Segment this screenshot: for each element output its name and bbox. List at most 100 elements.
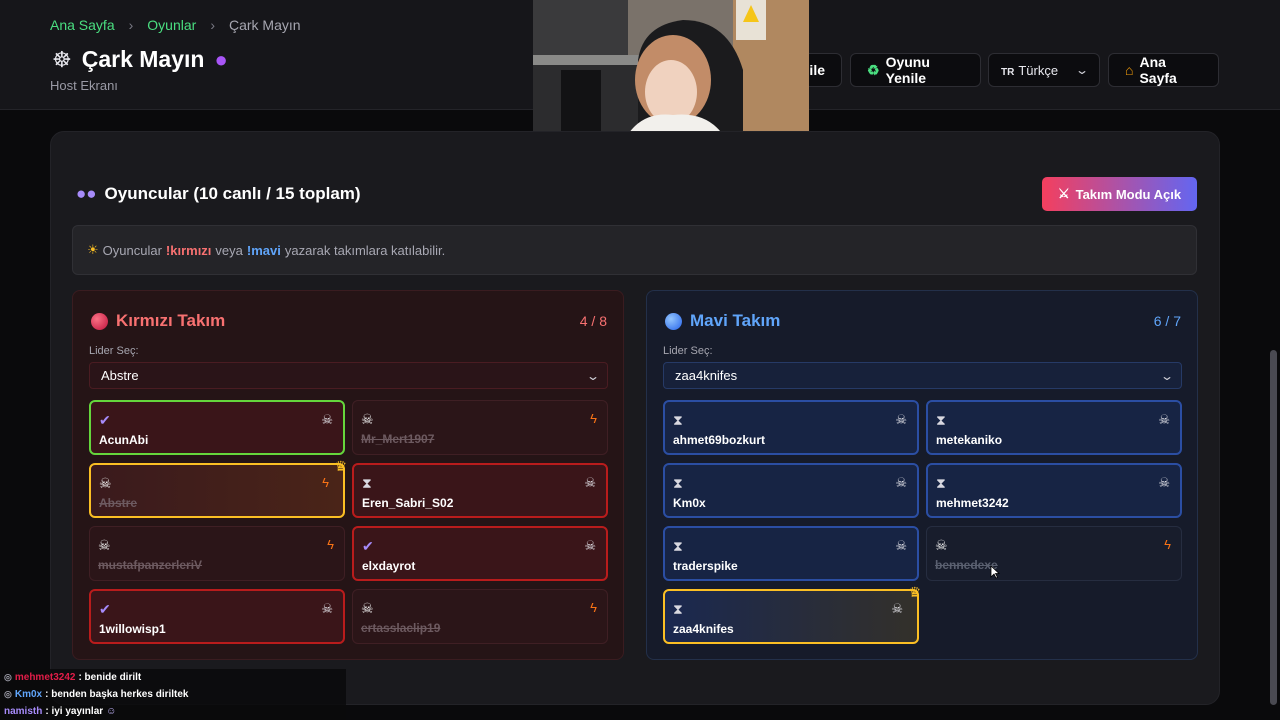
player-name: traderspike <box>673 559 738 573</box>
team-mode-button[interactable]: ⚔ Takım Modu Açık <box>1042 177 1197 211</box>
people-icon: ●● <box>76 184 97 203</box>
badge-icon: ◎ <box>4 672 12 682</box>
chevron-down-icon: ⌄ <box>1159 368 1175 383</box>
page-subtitle: Host Ekranı <box>50 78 118 93</box>
lightbulb-icon: ☀ <box>87 242 99 257</box>
player-card[interactable]: ⧗ metekaniko ☠ <box>926 400 1182 455</box>
crossbones-icon[interactable]: ☠ <box>584 538 596 554</box>
player-name: ertasslaclip19 <box>361 621 441 635</box>
language-current: TR Türkçe <box>1001 63 1058 78</box>
player-name: Eren_Sabri_S02 <box>362 496 454 510</box>
blue-team-panel: Mavi Takım 6 / 7 Lider Seç: zaa4knifes ⌄… <box>646 290 1198 660</box>
crossbones-icon[interactable]: ☠ <box>1158 412 1170 428</box>
bolt-icon[interactable]: ϟ <box>327 537 334 552</box>
player-card[interactable]: ⧗ ahmet69bozkurt ☠ <box>663 400 919 455</box>
player-card[interactable]: ☠ bennedexe ϟ <box>926 526 1182 581</box>
breadcrumb-home-link[interactable]: Ana Sayfa <box>50 17 115 33</box>
player-card[interactable]: ⧗ Eren_Sabri_S02 ☠ <box>352 463 608 518</box>
player-card[interactable]: ☠ Mr_Mert1907 ϟ <box>352 400 608 455</box>
red-team-count: 4 / 8 <box>579 313 607 329</box>
chat-username: namisth <box>4 706 43 717</box>
player-card[interactable]: ✔ AcunAbi ☠ <box>89 400 345 455</box>
player-card[interactable]: ☠ ertasslaclip19 ϟ <box>352 589 608 644</box>
chevron-down-icon: ⌄ <box>1074 63 1090 77</box>
breadcrumb-games-link[interactable]: Oyunlar <box>147 17 196 33</box>
bolt-icon[interactable]: ϟ <box>1164 537 1171 552</box>
chevron-down-icon: ⌄ <box>585 368 601 383</box>
bolt-icon[interactable]: ϟ <box>590 600 597 615</box>
wheel-icon: ☸ <box>52 46 72 72</box>
hourglass-icon: ⧗ <box>936 412 946 428</box>
blue-leader-select[interactable]: zaa4knifes ⌄ <box>663 362 1182 389</box>
crossbones-icon[interactable]: ☠ <box>321 601 333 617</box>
page-title: Çark Mayın <box>81 46 205 72</box>
house-icon: ⌂ <box>1125 62 1134 78</box>
player-card[interactable]: ⧗ traderspike ☠ <box>663 526 919 581</box>
info-bar: ☀ Oyuncular !kırmızı veya !mavi yazarak … <box>72 225 1197 275</box>
bolt-icon[interactable]: ϟ <box>590 411 597 426</box>
bomb-icon: ● <box>214 46 228 72</box>
chat-message: ◎ Km0x : benden başka herkes diriltek <box>0 686 346 703</box>
red-leader-value: Abstre <box>101 368 139 383</box>
chat-message: namisth : iyi yayınlar ☺ <box>0 703 346 720</box>
recycle-icon: ♻ <box>867 61 880 78</box>
player-name: 1willowisp1 <box>99 622 166 636</box>
blue-leader-label: Lider Seç: <box>663 345 713 357</box>
player-name: mehmet3242 <box>936 496 1009 510</box>
player-name: ahmet69bozkurt <box>673 433 766 447</box>
breadcrumb: Ana Sayfa › Oyunlar › Çark Mayın <box>50 17 301 33</box>
restart-game-button[interactable]: ♻ Oyunu Yenile <box>850 53 981 87</box>
skull-icon: ☠ <box>98 537 111 553</box>
red-team-header: Kırmızı Takım <box>91 311 225 331</box>
player-name: mustafpanzerleriV <box>98 558 203 572</box>
hourglass-icon: ⧗ <box>673 412 683 428</box>
home-button-label: Ana Sayfa <box>1139 54 1177 86</box>
player-card[interactable]: ⧗ Km0x ☠ <box>663 463 919 518</box>
hourglass-icon: ⧗ <box>362 475 372 491</box>
skull-icon: ☠ <box>935 537 948 553</box>
home-button[interactable]: ⌂ Ana Sayfa <box>1108 53 1219 87</box>
crossbones-icon[interactable]: ☠ <box>895 475 907 491</box>
check-icon: ✔ <box>99 601 111 617</box>
chevron-right-icon: › <box>128 17 134 33</box>
chat-username: mehmet3242 <box>14 672 76 683</box>
blue-leader-value: zaa4knifes <box>675 368 738 383</box>
crossbones-icon[interactable]: ☠ <box>321 412 333 428</box>
check-icon: ✔ <box>362 538 374 554</box>
player-card[interactable]: ✔ elxdayrot ☠ <box>352 526 608 581</box>
players-title: Oyuncular (10 canlı / 15 toplam) <box>104 184 361 203</box>
hourglass-icon: ⧗ <box>673 475 683 491</box>
player-card[interactable]: ⧗ zaa4knifes ☠ ♛ <box>663 584 921 644</box>
blue-circle-icon <box>665 312 682 330</box>
player-name: AcunAbi <box>99 433 149 447</box>
crossbones-icon[interactable]: ☠ <box>895 538 907 554</box>
player-name: elxdayrot <box>362 559 416 573</box>
ghost-emote-icon: ☺ <box>106 706 117 717</box>
crossbones-icon[interactable]: ☠ <box>584 475 596 491</box>
chat-overlay: ◎ mehmet3242 : benide dirilt ◎ Km0x : be… <box>0 669 346 720</box>
red-team-name: Kırmızı Takım <box>116 311 226 330</box>
language-flag: TR <box>1001 66 1015 78</box>
red-circle-icon <box>91 312 108 330</box>
chat-text: : iyi yayınlar <box>45 706 104 717</box>
crossbones-icon[interactable]: ☠ <box>895 412 907 428</box>
player-card[interactable]: ☠ mustafpanzerleriV ϟ <box>89 526 345 581</box>
hourglass-icon: ⧗ <box>673 601 683 617</box>
breadcrumb-current: Çark Mayın <box>228 17 301 33</box>
badge-icon: ◎ <box>4 689 12 699</box>
language-select[interactable]: TR Türkçe ⌄ <box>988 53 1100 87</box>
player-name: zaa4knifes <box>673 622 734 636</box>
player-card[interactable]: ✔ 1willowisp1 ☠ <box>89 589 345 644</box>
crossbones-icon[interactable]: ☠ <box>891 601 903 617</box>
skull-icon: ☠ <box>99 475 112 491</box>
page-scrollbar[interactable] <box>1270 350 1277 705</box>
player-name: Abstre <box>99 496 138 510</box>
crown-icon: ♛ <box>334 458 347 474</box>
chat-text: : benide dirilt <box>78 672 142 683</box>
red-leader-select[interactable]: Abstre ⌄ <box>89 362 608 389</box>
bolt-icon[interactable]: ϟ <box>322 475 329 490</box>
crossbones-icon[interactable]: ☠ <box>1158 475 1170 491</box>
player-card[interactable]: ⧗ mehmet3242 ☠ <box>926 463 1182 518</box>
player-card[interactable]: ☠ Abstre ϟ ♛ <box>89 458 347 518</box>
player-name: metekaniko <box>936 433 1003 447</box>
